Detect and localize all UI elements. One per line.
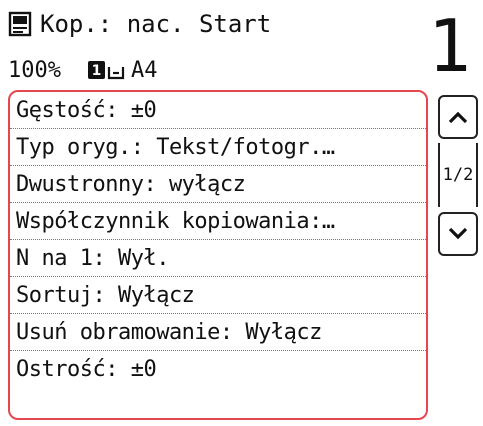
setting-original-type[interactable]: Typ oryg.: Tekst/fotogr.… — [10, 129, 426, 166]
setting-copy-ratio[interactable]: Współczynnik kopiowania:… — [10, 203, 426, 240]
page-indicator: 1/2 — [438, 143, 478, 207]
paper-size: A4 — [130, 57, 158, 83]
copy-document-icon — [8, 11, 32, 37]
scroll-up-button[interactable] — [438, 95, 478, 139]
setting-sharpness[interactable]: Ostrość: ±0 — [10, 351, 426, 388]
setting-two-sided[interactable]: Dwustronny: wyłącz — [10, 166, 426, 203]
copy-count[interactable]: 1 — [428, 6, 471, 86]
status-title: Kop.: nac. Start — [40, 10, 272, 38]
chevron-up-icon — [448, 111, 468, 124]
scroll-down-button[interactable] — [438, 212, 478, 256]
chevron-down-icon — [448, 227, 468, 240]
svg-text:1: 1 — [92, 63, 102, 79]
setting-erase-frame[interactable]: Usuń obramowanie: Wyłącz — [10, 314, 426, 351]
header-status: Kop.: nac. Start — [8, 4, 271, 44]
setting-density[interactable]: Gęstość: ±0 — [10, 92, 426, 129]
copy-settings-summary: 100% 1 A4 — [8, 52, 157, 88]
zoom-level: 100% — [8, 57, 61, 83]
setting-n-on-1[interactable]: N na 1: Wył. — [10, 240, 426, 277]
settings-list: Gęstość: ±0 Typ oryg.: Tekst/fotogr.… Dw… — [8, 90, 428, 420]
duplex-icon: 1 — [87, 61, 125, 80]
setting-collate[interactable]: Sortuj: Wyłącz — [10, 277, 426, 314]
copy-screen: Kop.: nac. Start 100% 1 A4 1 Gęstość: ±0… — [0, 0, 483, 426]
